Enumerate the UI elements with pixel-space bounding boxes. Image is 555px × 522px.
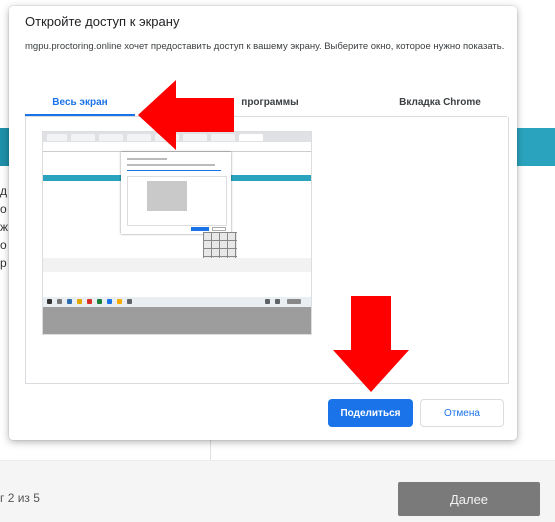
preview-browser-tabs [43, 132, 311, 142]
step-indicator: г 2 из 5 [0, 491, 40, 505]
tab-application-window[interactable]: программы [215, 92, 325, 115]
preview-dialog-cancel [212, 227, 226, 231]
taskbar-icon [107, 299, 112, 304]
preview-footer [43, 258, 311, 272]
share-source-tabs: Весь экран программы Вкладка Chrome [25, 92, 507, 117]
preview-bottom [43, 307, 311, 334]
preview-tab [71, 134, 95, 141]
preview-tab [99, 134, 123, 141]
preview-dialog [121, 152, 231, 234]
preview-tab [155, 134, 179, 141]
next-button[interactable]: Далее [398, 482, 540, 516]
preview-tab [211, 134, 235, 141]
preview-tab [183, 134, 207, 141]
preview-dialog-line [127, 164, 215, 166]
cancel-button[interactable]: Отмена [420, 399, 504, 427]
windows-icon [47, 299, 52, 304]
tray-icon [275, 299, 280, 304]
preview-dialog-shot [147, 181, 187, 211]
preview-taskbar [43, 297, 311, 307]
preview-dialog-share [191, 227, 209, 231]
dialog-description: mgpu.proctoring.online хочет предоставит… [25, 41, 505, 52]
dialog-title: Откройте доступ к экрану [25, 14, 180, 29]
background-divider [210, 440, 211, 462]
tab-entire-screen[interactable]: Весь экран [25, 92, 135, 116]
tray-icon [265, 299, 270, 304]
preview-tab [239, 134, 263, 141]
share-button[interactable]: Поделиться [328, 399, 413, 427]
clock-icon [287, 299, 301, 304]
preview-tab [127, 134, 151, 141]
taskbar-icon [57, 299, 62, 304]
taskbar-icon [87, 299, 92, 304]
taskbar-icon [77, 299, 82, 304]
taskbar-icon [67, 299, 72, 304]
preview-tab [47, 134, 67, 141]
taskbar-icon [97, 299, 102, 304]
preview-address-bar [43, 142, 311, 152]
share-screen-dialog: Откройте доступ к экрану mgpu.proctoring… [9, 6, 517, 440]
screen-preview-thumbnail[interactable] [42, 131, 312, 335]
taskbar-icon [127, 299, 132, 304]
taskbar-icon [117, 299, 122, 304]
tab-chrome-tab[interactable]: Вкладка Chrome [373, 92, 507, 115]
preview-dialog-line [127, 170, 221, 171]
share-content-area [25, 117, 509, 384]
preview-dialog-line [127, 158, 167, 160]
